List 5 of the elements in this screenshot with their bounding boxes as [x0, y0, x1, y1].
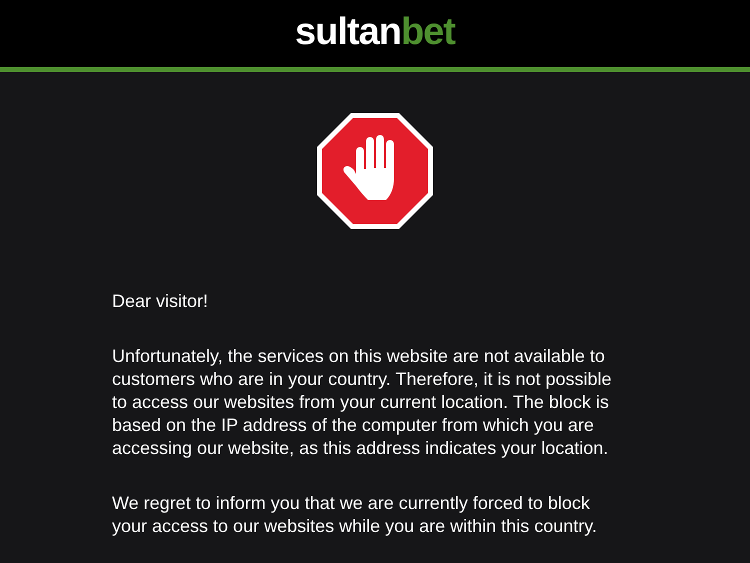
logo[interactable]: sultanbet: [295, 12, 455, 54]
message-paragraph: We regret to inform you that we are currently forced to block your access to our websites while you are within this country.: [112, 492, 598, 538]
greeting: Dear visitor!: [112, 290, 210, 313]
stop-hand-icon: [316, 112, 434, 230]
message-paragraph: Unfortunately, the services on this website are not available to customers who are in your country. Therefore, it is not possible to access our websites from your current location. The block is based on the IP address of the computer from which you are accessing our website, as this address indicates your location.: [112, 345, 613, 460]
